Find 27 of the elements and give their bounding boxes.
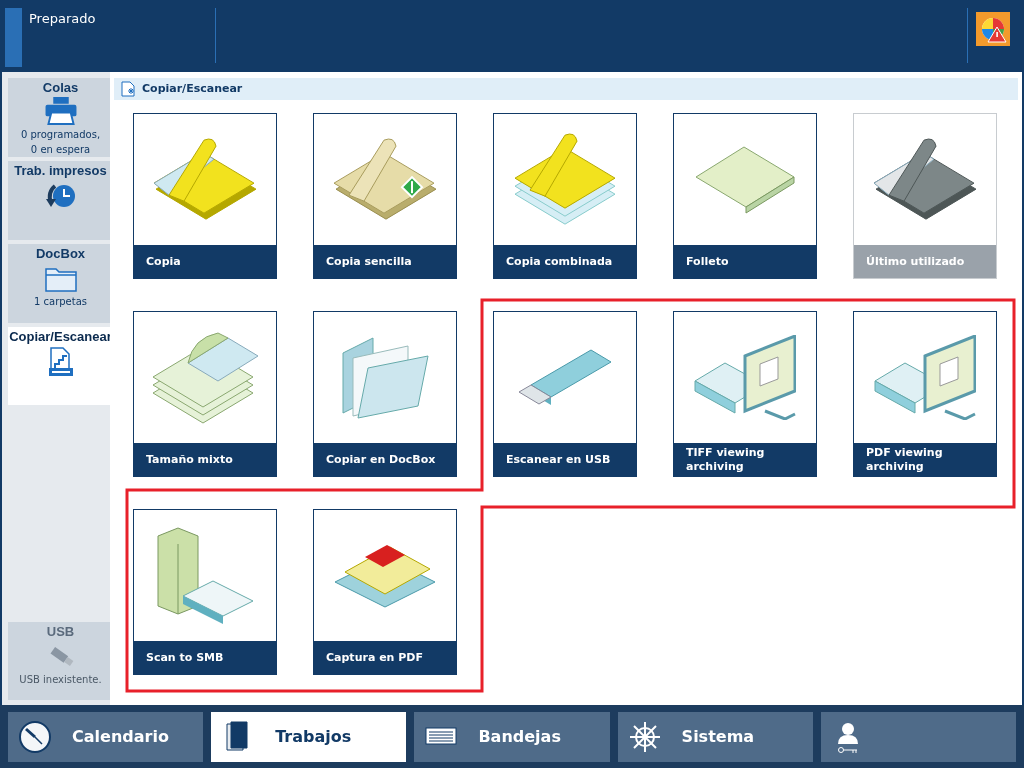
status-text: Preparado [29,10,97,28]
gear-icon [627,720,662,754]
function-tile[interactable]: Copiar en DocBox [313,311,457,477]
function-tile[interactable]: Folleto [673,113,817,279]
nav-tab[interactable]: Calendario [8,712,204,762]
status-accent-bar [5,8,22,67]
sidebar-item[interactable]: Colas 0 programados, 0 en espera [8,78,113,157]
nav-tab[interactable]: Trabajos [211,712,407,762]
function-tile[interactable]: Copia sencilla [313,113,457,279]
nav-tab[interactable]: Sistema [617,712,813,762]
nav-tab[interactable] [820,712,1016,762]
sidebar-item[interactable]: Copiar/Escanear [8,327,113,405]
function-tile[interactable]: Escanear en USB [493,311,637,477]
clock-icon [18,720,52,754]
function-tile[interactable]: TIFF viewing archiving [673,311,817,477]
function-tile[interactable]: Copia combinada [493,113,637,279]
function-tile[interactable]: Scan to SMB [133,509,277,675]
nav-tab[interactable]: Bandejas [414,712,610,762]
sidebar-item[interactable]: DocBox 1 carpetas [8,244,113,323]
section-title: Copiar/Escanear [142,80,243,97]
copy-scan-icon [120,81,136,97]
sidebar-item[interactable]: Trab. impresos [8,161,113,240]
function-tile[interactable]: Copia [133,113,277,279]
function-tile[interactable]: PDF viewing archiving [853,311,997,477]
function-tile[interactable]: Tamaño mixto [133,311,277,477]
function-tile[interactable]: Captura en PDF [313,509,457,675]
alert-icon[interactable] [976,12,1010,46]
